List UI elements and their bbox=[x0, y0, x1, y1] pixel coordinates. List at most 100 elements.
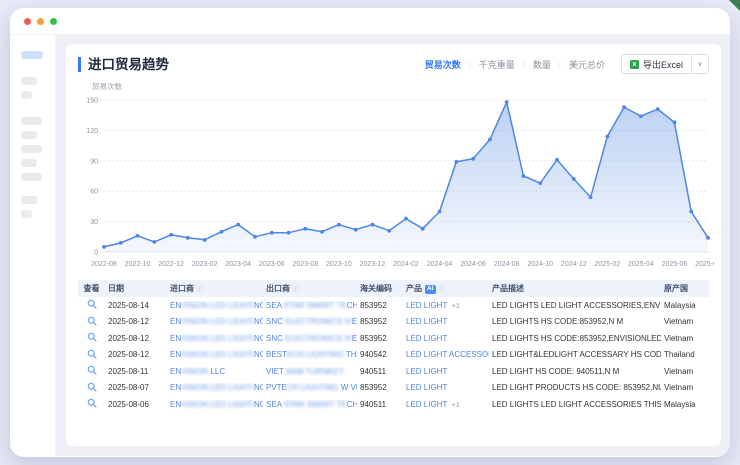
hs-code: 853952 bbox=[357, 334, 403, 343]
importer-link[interactable]: ENVISION LED LIGHTING L.. bbox=[167, 383, 263, 392]
exporter-text: SEA bbox=[266, 301, 284, 310]
export-excel-button[interactable]: x 导出Excel bbox=[621, 54, 691, 74]
sidebar-item[interactable] bbox=[21, 91, 32, 99]
sidebar-item[interactable] bbox=[21, 131, 37, 139]
sidebar-item-active[interactable] bbox=[21, 51, 43, 59]
importer-text: NG L.. bbox=[254, 301, 263, 310]
svg-text:2024-02: 2024-02 bbox=[393, 261, 419, 268]
exporter-redacted-text: CH LIGHTING bbox=[287, 383, 341, 392]
tab-trade-count[interactable]: 贸易次数 bbox=[417, 58, 469, 71]
product-link[interactable]: LED LIGHT bbox=[406, 317, 447, 326]
exporter-text: VIET bbox=[266, 367, 286, 376]
table-row: 2025-08-06 ENVISION LED LIGHTING L.. SEA… bbox=[78, 396, 709, 413]
view-search-icon[interactable] bbox=[87, 299, 97, 309]
product-link[interactable]: LED LIGHT bbox=[406, 301, 447, 310]
chevron-down-icon: ∨ bbox=[697, 60, 702, 68]
table-row: 2025-08-14 ENVISION LED LIGHTING L.. SEA… bbox=[78, 297, 709, 314]
product-link[interactable]: LED LIGHT ACCESSORY bbox=[406, 350, 489, 359]
svg-text:30: 30 bbox=[90, 219, 98, 226]
exporter-text: BEST bbox=[266, 350, 287, 359]
view-search-icon[interactable] bbox=[87, 316, 97, 326]
product-link[interactable]: LED LIGHT bbox=[406, 400, 447, 409]
sidebar-item[interactable] bbox=[21, 196, 37, 204]
importer-redacted-text: VISION LED LIGHTI bbox=[181, 400, 254, 409]
importer-text: NG L.. bbox=[254, 317, 263, 326]
product-description: LED LIGHT HS CODE: 940511,N M bbox=[489, 367, 661, 376]
importer-text: EN bbox=[170, 383, 181, 392]
exporter-link[interactable]: SEA STAR SMART TECH ... bbox=[263, 400, 357, 409]
importer-link[interactable]: ENVISION LED LIGHTING L.. bbox=[167, 400, 263, 409]
svg-text:2024-10: 2024-10 bbox=[527, 261, 553, 268]
info-icon[interactable]: ⓘ bbox=[438, 284, 446, 293]
export-split-button: x 导出Excel ∨ bbox=[621, 54, 709, 74]
svg-text:120: 120 bbox=[86, 128, 98, 135]
trend-card: 进口贸易趋势 贸易次数 | 千克重量 | 数量 | 美元总价 x 导出Excel bbox=[66, 44, 721, 446]
importer-link[interactable]: ENVISION LED LIGHTING L.. bbox=[167, 317, 263, 326]
importer-link[interactable]: ENVISION LED LIGHTING L.. bbox=[167, 334, 263, 343]
exporter-text: CH ... bbox=[347, 301, 357, 310]
view-search-icon[interactable] bbox=[87, 332, 97, 342]
exporter-link[interactable]: VIET NAM TURNKEY bbox=[263, 367, 357, 376]
export-dropdown-button[interactable]: ∨ bbox=[691, 54, 709, 74]
product-link[interactable]: LED LIGHT bbox=[406, 334, 447, 343]
importer-text: NG L.. bbox=[254, 334, 263, 343]
exporter-text: W VI... bbox=[341, 383, 357, 392]
hs-code: 853952 bbox=[357, 301, 403, 310]
origin-country: Thailand bbox=[661, 350, 709, 359]
importer-text: EN bbox=[170, 301, 181, 310]
exporter-link[interactable]: SNC ELECTRONICS VIET... bbox=[263, 334, 357, 343]
exporter-link[interactable]: BESTECH LIGHTING THA... bbox=[263, 350, 357, 359]
product-description: LED LIGHT PRODUCTS HS CODE: 853952,NUWAT… bbox=[489, 383, 661, 392]
tab-kg-weight[interactable]: 千克重量 bbox=[471, 58, 523, 71]
sidebar-item[interactable] bbox=[21, 145, 42, 153]
product-link[interactable]: LED LIGHT bbox=[406, 383, 447, 392]
shipment-date: 2025-08-06 bbox=[105, 400, 167, 409]
exporter-link[interactable]: PVTECH LIGHTING W VI... bbox=[263, 383, 357, 392]
sidebar-item[interactable] bbox=[21, 77, 37, 85]
importer-redacted-text: VISION LED LIGHTI bbox=[181, 301, 254, 310]
exporter-link[interactable]: SNC ELECTRONICS VIET... bbox=[263, 317, 357, 326]
importer-link[interactable]: ENVISION LED LIGHTING L.. bbox=[167, 301, 263, 310]
exporter-redacted-text: ECH LIGHTING bbox=[287, 350, 344, 359]
excel-icon: x bbox=[630, 60, 639, 69]
view-search-icon[interactable] bbox=[87, 349, 97, 359]
minimize-window-icon[interactable] bbox=[37, 18, 44, 25]
close-window-icon[interactable] bbox=[24, 18, 31, 25]
hs-code: 940511 bbox=[357, 367, 403, 376]
sidebar-item[interactable] bbox=[21, 173, 42, 181]
sidebar-item[interactable] bbox=[21, 159, 37, 167]
info-icon[interactable]: ⓘ bbox=[196, 284, 204, 293]
svg-text:2023-12: 2023-12 bbox=[360, 261, 386, 268]
svg-text:2024-12: 2024-12 bbox=[561, 261, 587, 268]
view-search-icon[interactable] bbox=[87, 365, 97, 375]
product-description: LED LIGHTS HS CODE:853952,N M bbox=[489, 317, 661, 326]
tab-quantity[interactable]: 数量 bbox=[525, 58, 559, 71]
exporter-text: SEA bbox=[266, 400, 284, 409]
hs-code: 853952 bbox=[357, 317, 403, 326]
exporter-text: CH ... bbox=[347, 400, 357, 409]
importer-link[interactable]: ENVISION LED LIGHTING L.. bbox=[167, 350, 263, 359]
svg-text:2025-02: 2025-02 bbox=[594, 261, 620, 268]
svg-text:2024-08: 2024-08 bbox=[494, 261, 520, 268]
product-description: LED LIGHTS LED LIGHT ACCESSORIES,ENVISIO… bbox=[489, 301, 661, 310]
importer-text: EN bbox=[170, 350, 181, 359]
zoom-window-icon[interactable] bbox=[50, 18, 57, 25]
origin-country: Malaysia bbox=[661, 301, 709, 310]
shipment-date: 2025-08-14 bbox=[105, 301, 167, 310]
importer-link[interactable]: ENVISION LLC bbox=[167, 367, 263, 376]
svg-text:2024-06: 2024-06 bbox=[460, 261, 486, 268]
view-search-icon[interactable] bbox=[87, 398, 97, 408]
table-row: 2025-08-12 ENVISION LED LIGHTING L.. SNC… bbox=[78, 330, 709, 347]
product-link[interactable]: LED LIGHT bbox=[406, 367, 447, 376]
sidebar-item[interactable] bbox=[21, 210, 32, 218]
exporter-link[interactable]: SEA STAR SMART TECH ... bbox=[263, 301, 357, 310]
tab-usd-total[interactable]: 美元总价 bbox=[561, 58, 613, 71]
info-icon[interactable]: ⓘ bbox=[292, 284, 300, 293]
table-row: 2025-08-07 ENVISION LED LIGHTING L.. PVT… bbox=[78, 380, 709, 397]
svg-text:2023-08: 2023-08 bbox=[292, 261, 318, 268]
sidebar-item[interactable] bbox=[21, 117, 42, 125]
export-excel-label: 导出Excel bbox=[643, 58, 683, 71]
view-search-icon[interactable] bbox=[87, 382, 97, 392]
header-importer: 进口商ⓘ bbox=[167, 283, 263, 294]
product-description: LED LIGHTS LED LIGHT ACCESSORIES THIS SH… bbox=[489, 400, 661, 409]
